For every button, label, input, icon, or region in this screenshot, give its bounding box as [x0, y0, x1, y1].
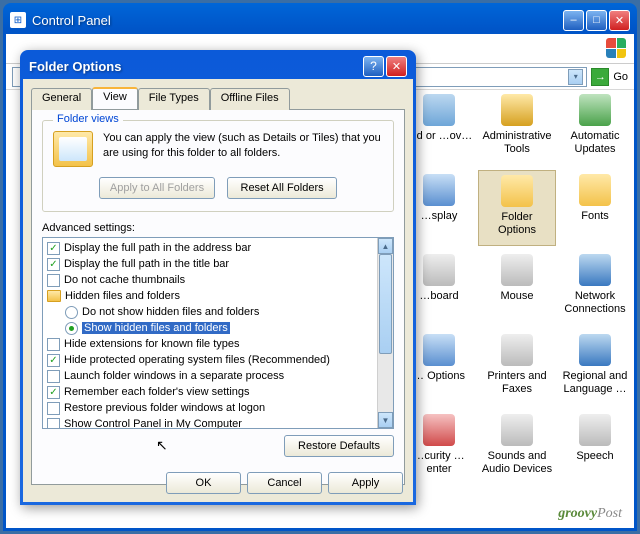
scroll-thumb[interactable] [379, 254, 392, 354]
cp-item-network[interactable]: Network Connections [556, 250, 634, 326]
scroll-up-icon[interactable]: ▲ [378, 238, 393, 254]
microphone-icon [579, 414, 611, 446]
checkbox-unchecked-icon[interactable] [47, 338, 60, 351]
mouse-icon [501, 254, 533, 286]
checkbox-unchecked-icon[interactable] [47, 370, 60, 383]
cp-item-mouse[interactable]: Mouse [478, 250, 556, 326]
cp-titlebar: ⊞ Control Panel – □ ✕ [6, 6, 634, 34]
shield-icon [423, 414, 455, 446]
go-arrow-icon: → [591, 68, 609, 86]
folder-options-dialog: Folder Options ? ✕ General View File Typ… [20, 50, 416, 505]
dlg-close-button[interactable]: ✕ [386, 56, 407, 77]
radio-checked-icon[interactable] [65, 322, 78, 335]
tab-strip: General View File Types Offline Files [31, 87, 405, 109]
cd-box-icon [423, 94, 455, 126]
dlg-title: Folder Options [29, 59, 363, 74]
folder-views-icon [53, 131, 93, 167]
radio-unchecked-icon[interactable] [65, 306, 78, 319]
close-button[interactable]: ✕ [609, 10, 630, 31]
cp-item-admintools[interactable]: Administrative Tools [478, 90, 556, 166]
folder-options-icon [501, 175, 533, 207]
cp-item-speech[interactable]: Speech [556, 410, 634, 486]
cp-item-folderoptions[interactable]: Folder Options [478, 170, 556, 246]
tree-item-hide-protected[interactable]: ✓Hide protected operating system files (… [47, 352, 373, 368]
advanced-settings-label: Advanced settings: [42, 222, 394, 234]
checkbox-unchecked-icon[interactable] [47, 274, 60, 287]
printer-icon [501, 334, 533, 366]
monitor-icon [423, 174, 455, 206]
tab-offline[interactable]: Offline Files [210, 88, 290, 110]
ok-button[interactable]: OK [166, 472, 241, 494]
folder-views-legend: Folder views [53, 113, 123, 125]
speaker-icon [501, 414, 533, 446]
cp-icons-grid: …d or …ov… Administrative Tools Automati… [394, 90, 634, 508]
checkbox-checked-icon[interactable]: ✓ [47, 386, 60, 399]
phone-modem-icon [423, 334, 455, 366]
tree-item-no-cache-thumb[interactable]: Do not cache thumbnails [47, 272, 373, 288]
scroll-track[interactable] [378, 254, 393, 412]
globe-refresh-icon [579, 94, 611, 126]
cp-item-sounds[interactable]: Sounds and Audio Devices [478, 410, 556, 486]
address-drop-arrow-icon[interactable]: ▾ [568, 69, 583, 85]
reset-all-folders-button[interactable]: Reset All Folders [227, 177, 337, 199]
tree-item-hide-ext[interactable]: Hide extensions for known file types [47, 336, 373, 352]
tree-scrollbar[interactable]: ▲ ▼ [377, 238, 393, 428]
windows-logo-icon [606, 38, 628, 60]
keyboard-icon [423, 254, 455, 286]
folder-font-icon [579, 174, 611, 206]
globe-icon [579, 334, 611, 366]
tree-item-restore-prev[interactable]: Restore previous folder windows at logon [47, 400, 373, 416]
maximize-button[interactable]: □ [586, 10, 607, 31]
help-button[interactable]: ? [363, 56, 384, 77]
folder-icon [47, 290, 61, 302]
advanced-settings-tree[interactable]: ✓Display the full path in the address ba… [42, 237, 394, 429]
cp-item-printers[interactable]: Printers and Faxes [478, 330, 556, 406]
checkbox-checked-icon[interactable]: ✓ [47, 242, 60, 255]
control-panel-icon: ⊞ [10, 12, 26, 28]
tab-page-view: Folder views You can apply the view (suc… [31, 109, 405, 485]
folder-views-group: Folder views You can apply the view (suc… [42, 120, 394, 212]
tab-view[interactable]: View [92, 87, 138, 109]
folder-views-desc: You can apply the view (such as Details … [103, 131, 383, 161]
go-button[interactable]: → Go [591, 68, 628, 86]
apply-all-folders-button[interactable]: Apply to All Folders [99, 177, 215, 199]
checkbox-unchecked-icon[interactable] [47, 418, 60, 429]
dlg-body: General View File Types Offline Files Fo… [23, 79, 413, 502]
folder-gear-icon [501, 94, 533, 126]
tree-item-launch-separate[interactable]: Launch folder windows in a separate proc… [47, 368, 373, 384]
tab-general[interactable]: General [31, 88, 92, 110]
network-icon [579, 254, 611, 286]
tree-item-dont-show-hidden[interactable]: Do not show hidden files and folders [47, 304, 373, 320]
tree-item-show-cp-mycomputer[interactable]: Show Control Panel in My Computer [47, 416, 373, 428]
go-label: Go [613, 71, 628, 83]
checkbox-checked-icon[interactable]: ✓ [47, 354, 60, 367]
cp-title: Control Panel [32, 13, 563, 28]
watermark: groovyPost [558, 506, 622, 522]
cp-item-fonts[interactable]: Fonts [556, 170, 634, 246]
checkbox-unchecked-icon[interactable] [47, 402, 60, 415]
apply-button[interactable]: Apply [328, 472, 403, 494]
scroll-down-icon[interactable]: ▼ [378, 412, 393, 428]
dlg-titlebar: Folder Options ? ✕ [23, 53, 413, 79]
tree-item-remember-view[interactable]: ✓Remember each folder's view settings [47, 384, 373, 400]
cancel-button[interactable]: Cancel [247, 472, 322, 494]
checkbox-checked-icon[interactable]: ✓ [47, 258, 60, 271]
cp-item-regional[interactable]: Regional and Language … [556, 330, 634, 406]
tree-item-fullpath-title[interactable]: ✓Display the full path in the title bar [47, 256, 373, 272]
tab-filetypes[interactable]: File Types [138, 88, 210, 110]
tree-item-fullpath-address[interactable]: ✓Display the full path in the address ba… [47, 240, 373, 256]
restore-defaults-button[interactable]: Restore Defaults [284, 435, 394, 457]
tree-group-hidden[interactable]: Hidden files and folders [47, 288, 373, 304]
minimize-button[interactable]: – [563, 10, 584, 31]
cp-item-autoupdates[interactable]: Automatic Updates [556, 90, 634, 166]
tree-item-show-hidden[interactable]: Show hidden files and folders [47, 320, 373, 336]
